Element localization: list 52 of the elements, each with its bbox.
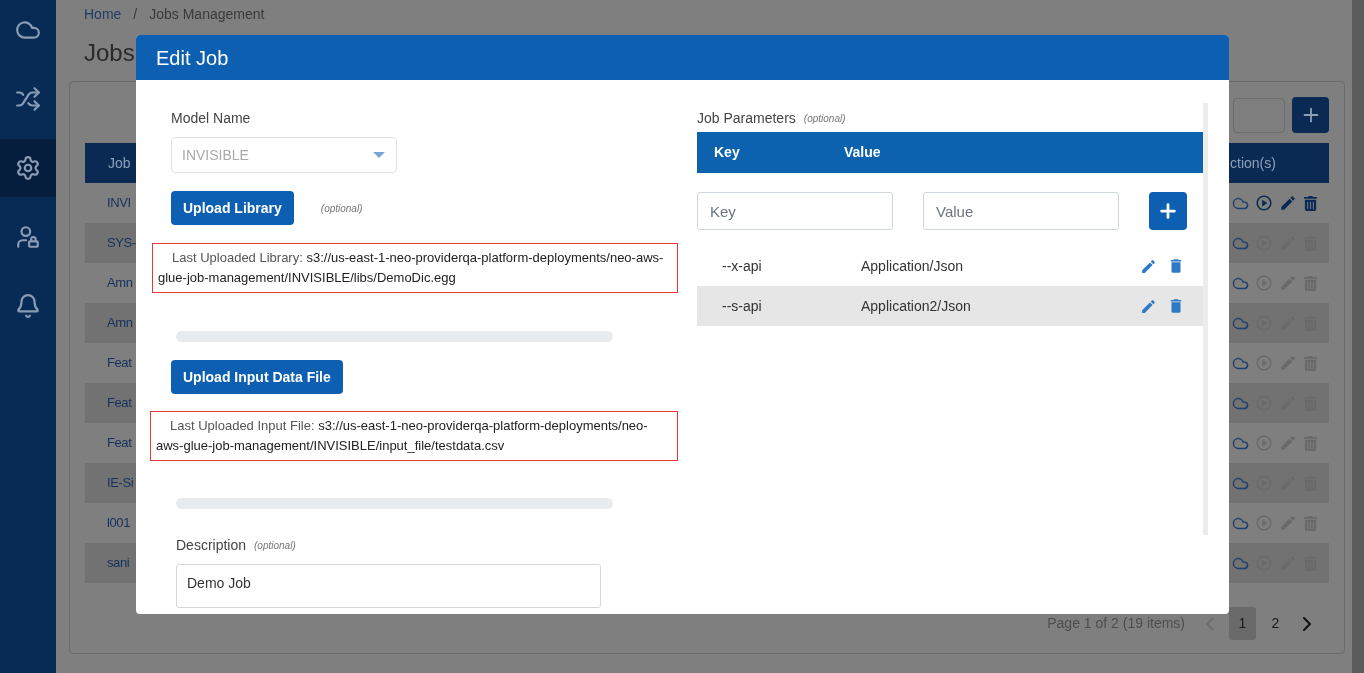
- table-cell-text: Application/Json: [861, 256, 963, 276]
- table-cell-text: sani: [106, 554, 130, 573]
- table-cell-text: INVI: [106, 194, 131, 213]
- column-header: Key: [713, 143, 741, 162]
- description-field[interactable]: Demo Job: [176, 564, 601, 608]
- edit-icon[interactable]: [1140, 297, 1157, 315]
- add-button[interactable]: [1292, 97, 1329, 133]
- page-title: Jobs: [84, 38, 135, 68]
- last-uploaded-library: Last Uploaded Library: s3://us-east-1-neo-providerqa-platform-deployments/neo-aws-glue-job-management/INVISIBLE/libs/DemoDic.egg: [152, 243, 678, 293]
- edit-icon[interactable]: [1140, 257, 1157, 275]
- upload-library-button[interactable]: Upload Library: [171, 191, 294, 225]
- breadcrumb-separator: /: [133, 4, 138, 24]
- page-button[interactable]: 1: [1229, 607, 1256, 640]
- optional-hint: (optional): [254, 539, 296, 553]
- table-cell-text: Feat: [106, 394, 132, 413]
- parameter-row[interactable]: --s-api Application2/Json: [697, 286, 1203, 326]
- breadcrumb-current: Jobs Management: [149, 4, 265, 24]
- sidebar-item[interactable]: [0, 139, 56, 197]
- table-cell-text: Amn: [106, 314, 133, 333]
- modal-title: Edit Job: [156, 45, 229, 71]
- table-cell-text: --x-api: [722, 256, 763, 276]
- table-cell-text: IE-Si: [106, 474, 134, 493]
- value-field[interactable]: Value: [923, 192, 1119, 230]
- key-field[interactable]: Key: [697, 192, 893, 230]
- column-header: Job: [107, 153, 131, 173]
- bell-icon: [15, 293, 41, 319]
- gear-icon: [15, 155, 41, 181]
- add-parameter-button[interactable]: [1149, 192, 1187, 230]
- field-label: Description: [176, 536, 247, 555]
- table-cell-text: Application2/Json: [861, 296, 971, 316]
- table-cell-text: Feat: [106, 354, 132, 373]
- page-button[interactable]: 2: [1262, 607, 1289, 640]
- play-icon[interactable]: [1255, 194, 1273, 212]
- field-label: Job Parameters: [697, 108, 796, 128]
- plus-icon: [1157, 200, 1179, 222]
- optional-hint: (optional): [803, 111, 846, 126]
- table-cell-text: Feat: [106, 434, 132, 453]
- parameter-row[interactable]: --x-api Application/Json: [697, 246, 1203, 286]
- table-cell-text: l001: [106, 514, 130, 533]
- user-lock-icon: [15, 224, 41, 250]
- table-cell-text: SYS-: [106, 234, 136, 253]
- edit-icon[interactable]: [1279, 194, 1297, 212]
- column-header: Value: [844, 143, 881, 162]
- upload-input-button[interactable]: Upload Input Data File: [171, 360, 343, 394]
- column-header: ction(s): [1230, 153, 1277, 173]
- optional-hint: (optional): [320, 201, 363, 216]
- table-cell-text: --s-api: [722, 296, 763, 316]
- table-cell-text: Amn: [106, 274, 133, 293]
- shuffle-icon: [15, 86, 41, 112]
- trash-icon[interactable]: [1303, 195, 1318, 211]
- field-label: Model Name: [171, 110, 252, 126]
- caret-icon: [373, 152, 385, 158]
